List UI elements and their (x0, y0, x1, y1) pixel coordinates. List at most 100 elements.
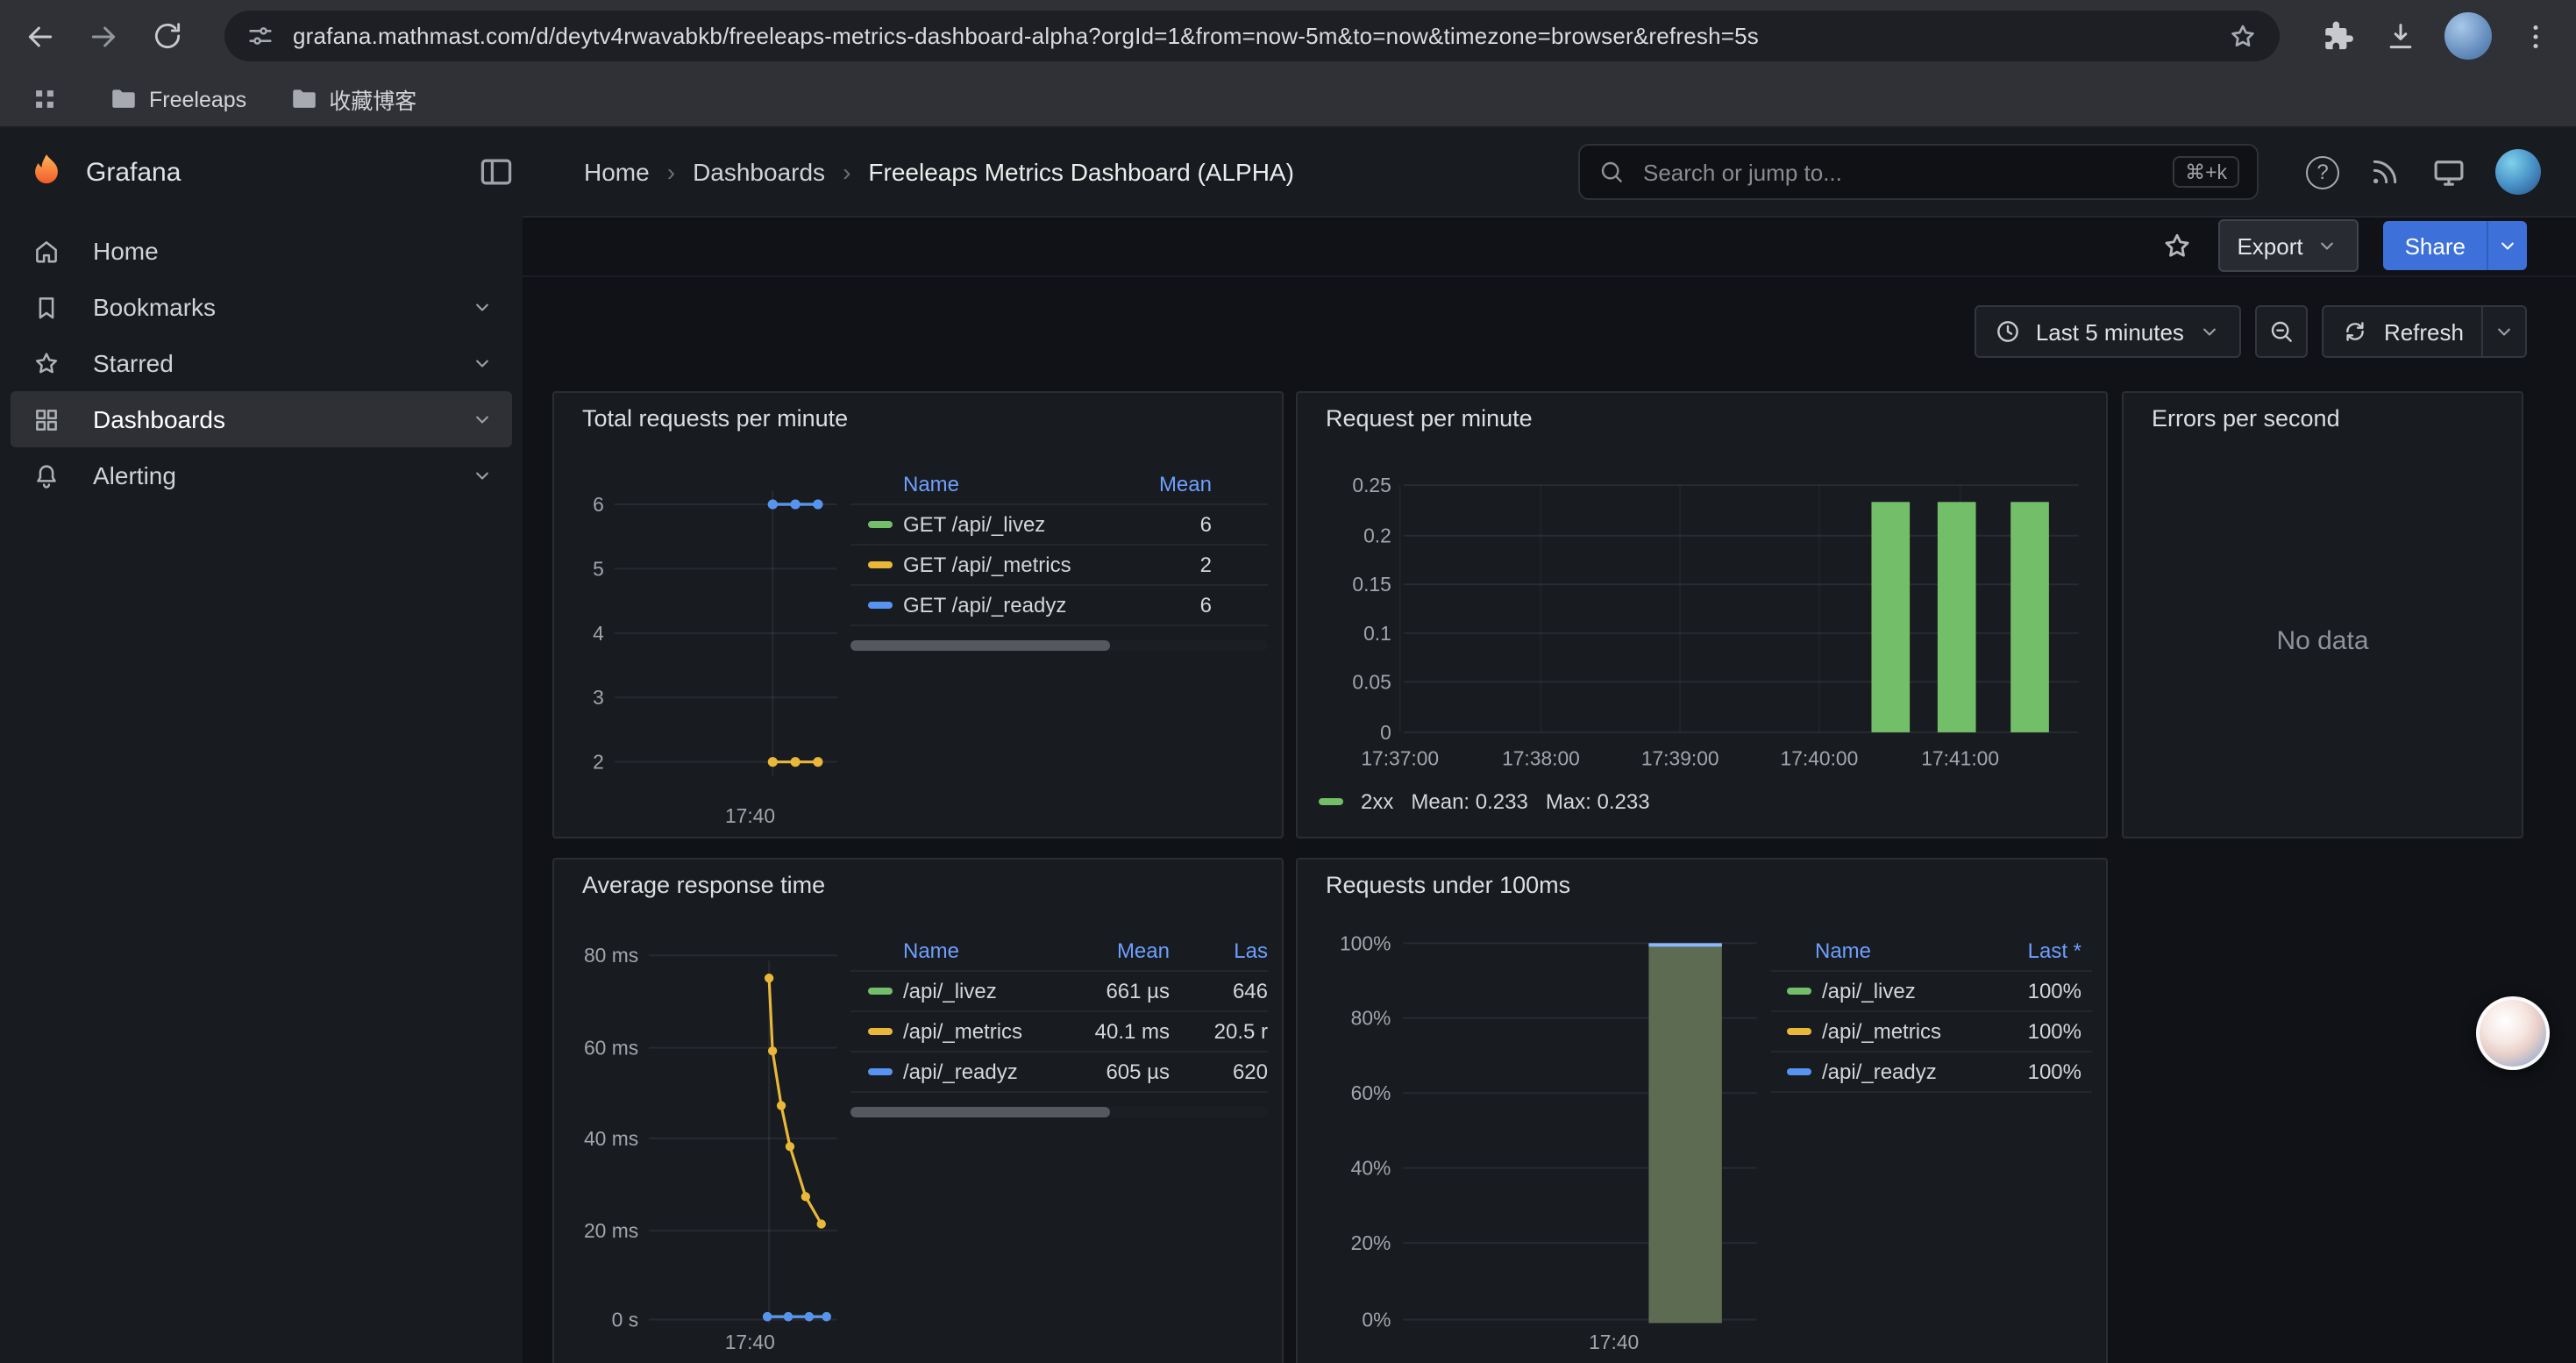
site-settings-icon[interactable] (246, 21, 275, 51)
legend-col-last[interactable]: Las (1170, 938, 1268, 963)
forward-button[interactable] (84, 17, 123, 55)
zoom-out-icon (2268, 318, 2296, 346)
user-avatar[interactable] (2495, 149, 2541, 195)
y-axis-tick: 3 (593, 686, 604, 709)
y-axis-tick: 0.2 (1363, 525, 1391, 547)
search-input[interactable] (1640, 157, 2159, 187)
url-bar[interactable]: grafana.mathmast.com/d/deytv4rwavabkb/fr… (224, 11, 2280, 61)
chevron-down-icon[interactable] (470, 295, 495, 319)
assistant-avatar-button[interactable] (2476, 996, 2550, 1070)
browser-menu-button[interactable] (2516, 17, 2555, 55)
extensions-button[interactable] (2318, 17, 2357, 55)
reload-button[interactable] (147, 17, 186, 55)
chevron-down-icon[interactable] (470, 463, 495, 488)
series-name[interactable]: GET /api/_livez (903, 512, 1045, 537)
grafana-logo (25, 150, 68, 194)
share-menu-button[interactable] (2487, 221, 2527, 270)
sidebar-item-starred[interactable]: Starred (11, 335, 512, 391)
breadcrumb-current: Freeleaps Metrics Dashboard (ALPHA) (868, 158, 1294, 186)
series-name[interactable]: /api/_livez (903, 979, 997, 1003)
series-point (763, 1312, 772, 1321)
legend-col-mean[interactable]: Mean (1057, 938, 1170, 963)
folder-icon (288, 84, 318, 114)
panel-title[interactable]: Errors per second (2152, 405, 2340, 432)
y-axis-tick: 60% (1351, 1081, 1391, 1104)
grafana-home-link[interactable]: Grafana (25, 128, 181, 216)
back-button[interactable] (21, 17, 60, 55)
search-bar[interactable]: ⌘+k (1578, 144, 2259, 200)
bookmark-star-icon[interactable] (2227, 20, 2259, 52)
series-name[interactable]: /api/_metrics (903, 1019, 1022, 1044)
sidebar-item-label: Bookmarks (93, 293, 216, 321)
refresh-button[interactable]: Refresh (2323, 305, 2483, 358)
browser-profile-avatar[interactable] (2444, 12, 2492, 60)
apps-grid-button[interactable] (25, 80, 63, 118)
sidebar-item-bookmarks[interactable]: Bookmarks (11, 279, 512, 335)
bookmark-folder-freeleaps[interactable]: Freeleaps (109, 84, 246, 114)
y-axis-tick: 0.05 (1352, 670, 1391, 693)
refresh-interval-button[interactable] (2483, 305, 2527, 358)
series-color-swatch (1787, 988, 1811, 995)
ch evron-down-icon (2492, 319, 2516, 344)
series-color-swatch (1787, 1068, 1811, 1075)
scrollbar-thumb[interactable] (850, 640, 1109, 651)
y-axis-tick: 100% (1340, 931, 1391, 954)
series-name[interactable]: /api/_readyz (1822, 1060, 1937, 1084)
display-button[interactable] (2430, 153, 2467, 190)
legend-col-name[interactable]: Name (903, 472, 1089, 496)
series-color-swatch (868, 1028, 893, 1035)
series-name[interactable]: GET /api/_readyz (903, 593, 1066, 617)
scrollbar-thumb[interactable] (850, 1107, 1109, 1117)
series-name[interactable]: 2xx (1361, 789, 1393, 814)
export-button[interactable]: Export (2217, 219, 2359, 272)
legend-col-name[interactable]: Name (903, 938, 1057, 963)
share-button[interactable]: Share (2384, 221, 2487, 270)
y-axis-tick: 80% (1351, 1007, 1391, 1030)
y-axis-tick: 5 (593, 557, 604, 580)
chevron-down-icon[interactable] (470, 351, 495, 375)
sidebar-item-alerting[interactable]: Alerting (11, 447, 512, 503)
series-last: 646 (1170, 979, 1268, 1003)
legend-scrollbar[interactable] (850, 1107, 1268, 1117)
series-point (801, 1192, 810, 1201)
sidebar-toggle-button[interactable] (477, 153, 516, 191)
breadcrumb-home[interactable]: Home (584, 158, 650, 186)
time-range-picker[interactable]: Last 5 minutes (1975, 305, 2242, 358)
legend-scrollbar[interactable] (850, 640, 1268, 651)
y-axis-tick: 2 (593, 751, 604, 774)
series-point (784, 1312, 793, 1321)
series-name[interactable]: /api/_livez (1822, 979, 1916, 1003)
series-name[interactable]: /api/_metrics (1822, 1019, 1941, 1044)
folder-icon (109, 84, 139, 114)
url-text: grafana.mathmast.com/d/deytv4rwavabkb/fr… (293, 23, 2210, 49)
x-axis-tick: 17:40 (1589, 1331, 1639, 1353)
series-line (769, 978, 822, 1224)
dock-panel-icon (477, 153, 516, 191)
refresh-icon (2342, 318, 2370, 346)
downloads-button[interactable] (2381, 17, 2420, 55)
zoom-out-button[interactable] (2256, 305, 2309, 358)
brand-label: Grafana (86, 157, 181, 187)
sidebar-item-dashboards[interactable]: Dashboards (11, 391, 512, 447)
favorite-star-button[interactable] (2160, 229, 2193, 262)
breadcrumb-dashboards[interactable]: Dashboards (693, 158, 825, 186)
series-name[interactable]: GET /api/_metrics (903, 553, 1071, 577)
series-last: 100% (1973, 1060, 2081, 1084)
legend-col-name[interactable]: Name (1815, 938, 1973, 963)
rss-button[interactable] (2367, 154, 2402, 189)
series-point (791, 757, 801, 767)
series-name[interactable]: /api/_readyz (903, 1060, 1018, 1084)
legend-row: /api/_readyz 100% (1771, 1053, 2092, 1093)
breadcrumb-separator: › (843, 158, 850, 186)
y-axis-tick: 4 (593, 622, 604, 645)
series-color-swatch (868, 1068, 893, 1075)
bookmark-folder-blogs[interactable]: 收藏博客 (288, 82, 416, 116)
series-last: 100% (1973, 1019, 2081, 1044)
legend-col-mean[interactable]: Mean (1089, 472, 1212, 496)
series-mean: 2 (1089, 553, 1212, 577)
sidebar-item-home[interactable]: Home (11, 223, 512, 279)
chevron-down-icon[interactable] (470, 407, 495, 432)
series-mean: 605 µs (1057, 1060, 1170, 1084)
legend-col-last[interactable]: Last * (1973, 938, 2081, 963)
help-button[interactable]: ? (2306, 155, 2339, 189)
